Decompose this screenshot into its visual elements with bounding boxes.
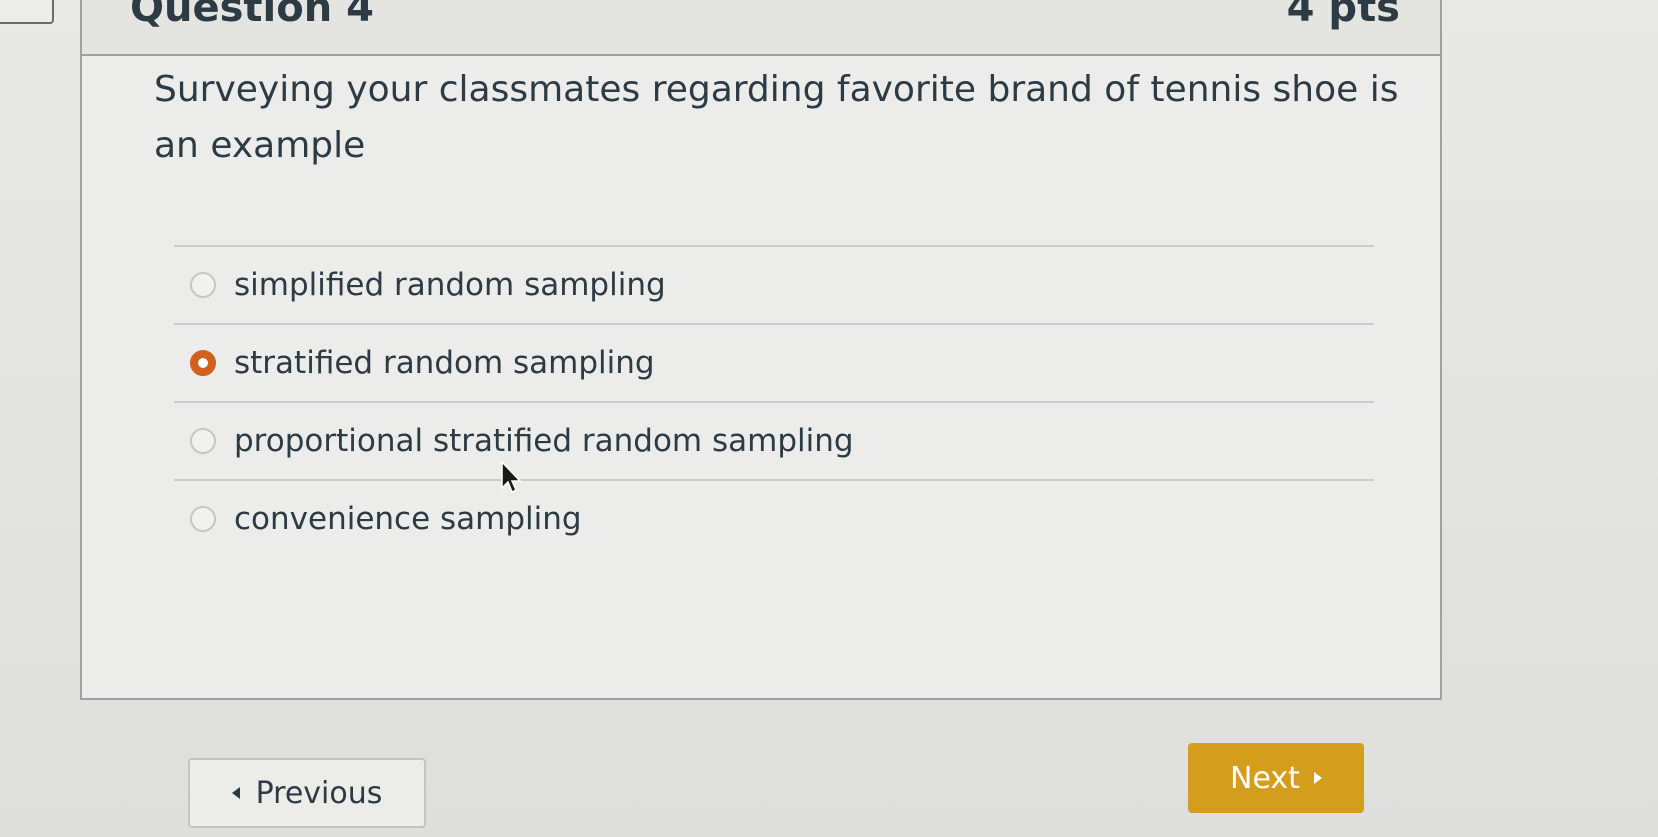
answer-label[interactable]: convenience sampling <box>234 501 582 537</box>
answer-list: simplified random sampling stratified ra… <box>174 245 1374 557</box>
question-points: 4 pts <box>1286 0 1400 31</box>
previous-button[interactable]: Previous <box>188 758 426 828</box>
flag-question-checkbox[interactable] <box>0 0 54 24</box>
caret-right-icon <box>1313 772 1322 784</box>
question-card: Question 4 4 pts Surveying your classmat… <box>80 0 1442 700</box>
question-title: Question 4 <box>130 0 374 31</box>
answer-option[interactable]: stratified random sampling <box>174 325 1374 403</box>
answer-option[interactable]: convenience sampling <box>174 481 1374 557</box>
answer-option[interactable]: proportional stratified random sampling <box>174 403 1374 481</box>
radio-button[interactable] <box>190 428 216 454</box>
question-text: Surveying your classmates regarding favo… <box>154 69 1399 166</box>
next-button-label: Next <box>1230 760 1300 796</box>
previous-button-label: Previous <box>255 775 383 811</box>
next-button[interactable]: Next <box>1188 743 1364 813</box>
radio-button[interactable] <box>190 272 216 298</box>
answer-option[interactable]: simplified random sampling <box>174 247 1374 325</box>
radio-button[interactable] <box>190 506 216 532</box>
answer-label[interactable]: proportional stratified random sampling <box>234 423 854 459</box>
answer-label[interactable]: stratified random sampling <box>234 345 655 381</box>
answer-label[interactable]: simplified random sampling <box>234 267 666 303</box>
question-header: Question 4 4 pts <box>82 0 1440 56</box>
caret-left-icon <box>231 787 240 799</box>
radio-button-selected[interactable] <box>190 350 216 376</box>
